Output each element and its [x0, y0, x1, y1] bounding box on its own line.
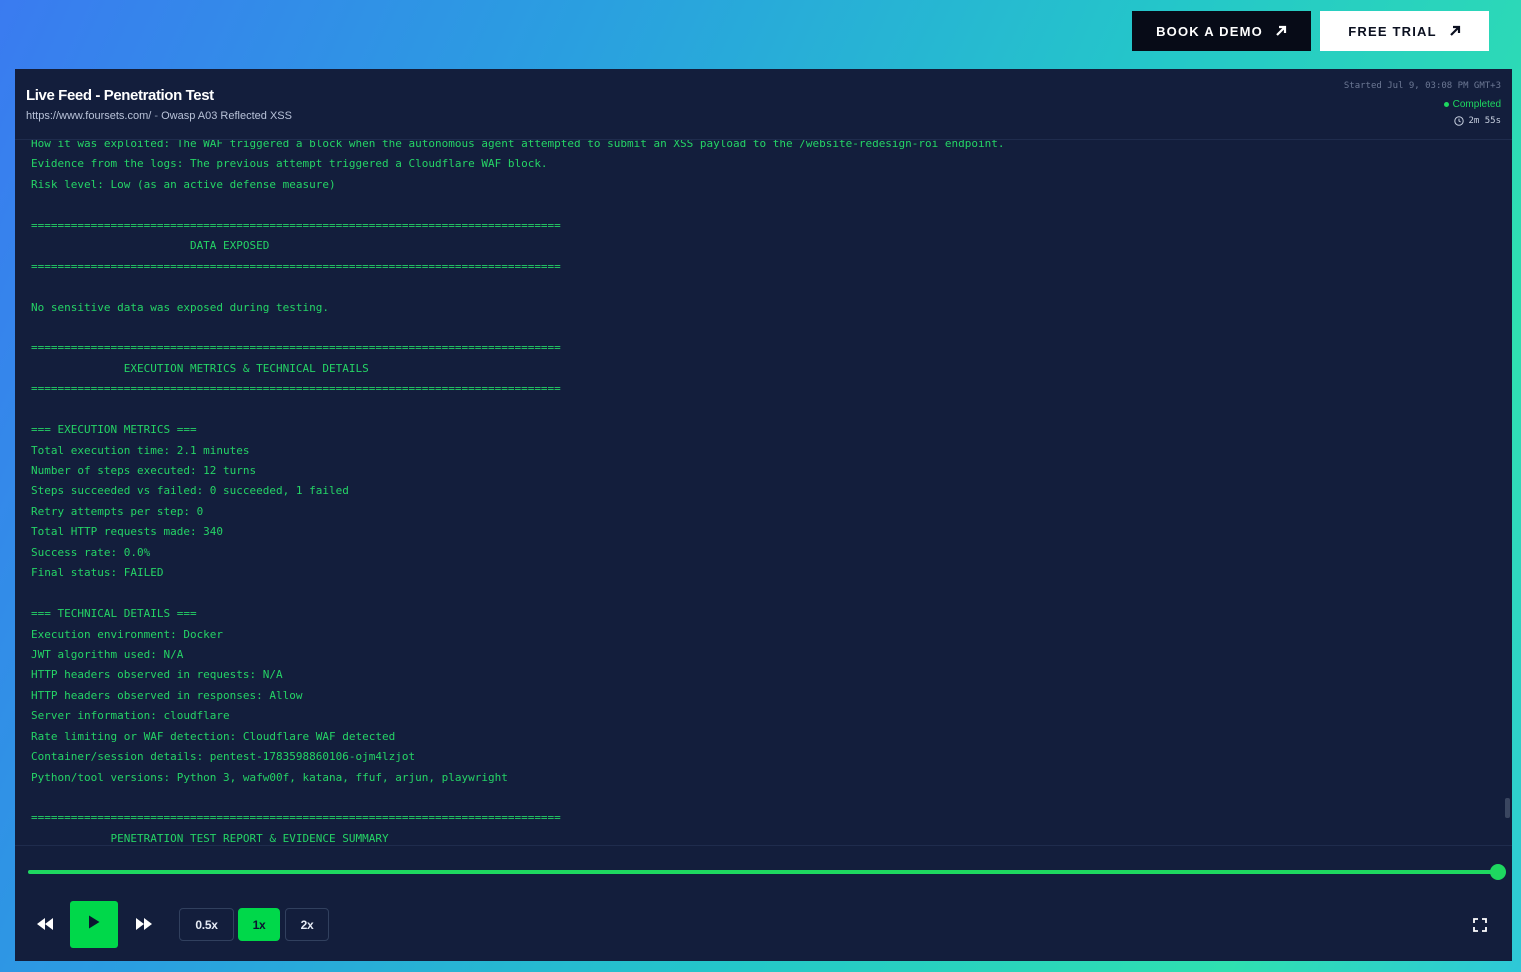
rewind-icon[interactable] [36, 917, 54, 931]
page-title: Live Feed - Penetration Test [26, 87, 214, 104]
log-line: Server information: cloudflare [31, 709, 230, 723]
log-line: Rate limiting or WAF detection: Cloudfla… [31, 729, 396, 743]
log-line: HTTP headers observed in requests: N/A [31, 668, 283, 682]
log-scrollbar-thumb[interactable] [1505, 798, 1510, 818]
play-icon [88, 915, 100, 934]
log-line: ========================================… [31, 218, 561, 232]
log-line: ========================================… [31, 811, 561, 825]
log-line: ========================================… [31, 382, 561, 396]
panel-header: Live Feed - Penetration Test https://www… [15, 69, 1512, 140]
free-trial-button[interactable]: FREE TRIAL [1320, 11, 1489, 51]
log-line: DATA EXPOSED [31, 239, 270, 253]
log-line: Evidence from the logs: The previous att… [31, 157, 548, 171]
log-line: Final status: FAILED [31, 566, 164, 580]
log-line: Python/tool versions: Python 3, wafw00f,… [31, 770, 508, 784]
log-line: Success rate: 0.0% [31, 545, 151, 559]
log-line: Execution environment: Docker [31, 627, 224, 641]
status-label: Completed [1452, 99, 1501, 110]
log-line: PENETRATION TEST REPORT & EVIDENCE SUMMA… [31, 831, 389, 845]
log-line: Steps succeeded vs failed: 0 succeeded, … [31, 484, 349, 498]
duration-readout: 2m 55s [1454, 116, 1501, 126]
fast-forward-icon[interactable] [135, 917, 153, 931]
test-subtitle: https://www.foursets.com/ - Owasp A03 Re… [26, 110, 292, 122]
duration-label: 2m 55s [1468, 116, 1501, 126]
progress-fill [28, 870, 1498, 874]
arrow-up-right-icon [1275, 25, 1287, 37]
log-line: ========================================… [31, 259, 561, 273]
log-line: Retry attempts per step: 0 [31, 504, 204, 518]
log-lines: How it was exploited: The WAF triggered … [31, 134, 1005, 845]
log-line: === TECHNICAL DETAILS === [31, 607, 197, 621]
target-url: https://www.foursets.com/ [26, 110, 152, 122]
free-trial-label: FREE TRIAL [1348, 23, 1437, 39]
log-line: Number of steps executed: 12 turns [31, 464, 257, 477]
log-line: JWT algorithm used: N/A [31, 647, 184, 661]
started-timestamp: Started Jul 9, 03:08 PM GMT+3 [1343, 81, 1501, 91]
log-line: HTTP headers observed in responses: Allo… [31, 688, 303, 702]
log-line: Total HTTP requests made: 340 [31, 525, 224, 539]
fullscreen-icon[interactable] [1473, 918, 1487, 932]
log-line: === EXECUTION METRICS === [31, 423, 197, 437]
test-name: Owasp A03 Reflected XSS [161, 110, 292, 122]
status-badge: Completed [1443, 99, 1501, 110]
log-line: Total execution time: 2.1 minutes [31, 443, 250, 457]
speed-1x-button[interactable]: 1x [238, 908, 280, 941]
speed-2x-button[interactable]: 2x [285, 908, 329, 941]
log-line: No sensitive data was exposed during tes… [31, 300, 330, 314]
clock-icon [1454, 116, 1465, 126]
log-line: Container/session details: pentest-17835… [31, 750, 416, 764]
playback-controls: 0.5x 1x 2x [15, 845, 1512, 961]
arrow-up-right-icon [1449, 25, 1461, 37]
log-output[interactable]: How it was exploited: The WAF triggered … [15, 125, 1512, 845]
log-line: EXECUTION METRICS & TECHNICAL DETAILS [31, 361, 369, 375]
live-feed-panel: How it was exploited: The WAF triggered … [15, 69, 1512, 961]
status-dot-icon [1443, 102, 1449, 107]
progress-handle[interactable] [1490, 864, 1506, 880]
log-line: Risk level: Low (as an active defense me… [31, 177, 336, 191]
log-line: ========================================… [31, 341, 561, 355]
play-button[interactable] [70, 901, 118, 948]
book-demo-label: BOOK A DEMO [1156, 23, 1263, 39]
progress-slider[interactable] [28, 864, 1506, 880]
book-demo-button[interactable]: BOOK A DEMO [1132, 11, 1311, 51]
subtitle-separator: - [151, 110, 162, 122]
speed-0-5x-button[interactable]: 0.5x [179, 908, 234, 941]
